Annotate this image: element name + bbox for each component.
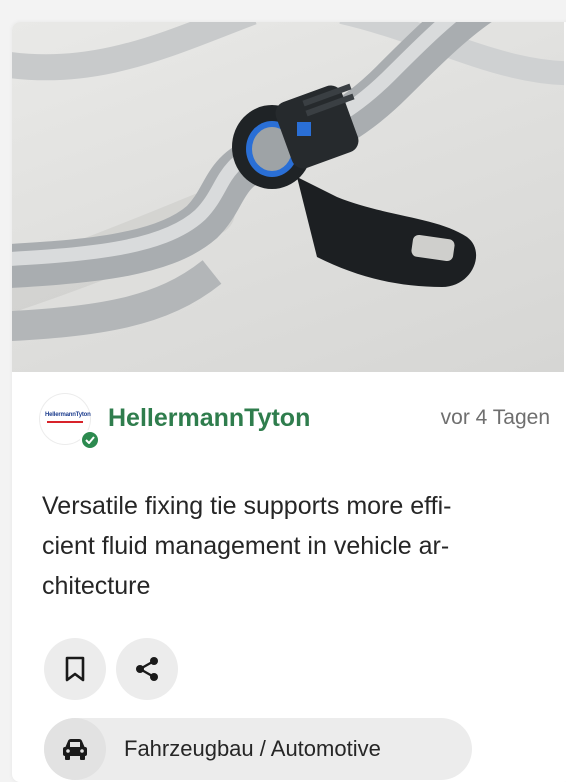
company-name[interactable]: HellermannTyton	[108, 404, 310, 433]
news-card[interactable]: HellermannTyton HellermannTyton vor 4 Ta…	[12, 22, 566, 782]
article-title-line: chitecture	[42, 572, 151, 600]
category-chip[interactable]: Fahrzeugbau / Automotive	[44, 718, 472, 780]
category-label: Fahrzeugbau / Automotive	[124, 736, 381, 761]
car-icon	[63, 739, 87, 760]
company-logo: HellermannTyton	[45, 412, 91, 418]
article-meta: HellermannTyton HellermannTyton vor 4 Ta…	[40, 394, 550, 450]
share-button[interactable]	[116, 638, 178, 700]
logo-accent	[47, 421, 83, 423]
fixing-tie-photo	[12, 22, 564, 342]
bookmark-icon	[65, 656, 85, 682]
verified-badge-icon	[80, 430, 100, 450]
posted-time: vor 4 Tagen	[440, 406, 550, 429]
article-image[interactable]	[12, 22, 564, 372]
article-title-line: cient fluid management in vehicle ar-	[42, 532, 450, 560]
company-avatar[interactable]: HellermannTyton	[40, 394, 100, 450]
bookmark-button[interactable]	[44, 638, 106, 700]
article-title-line: Versatile fixing tie supports more effi-	[42, 492, 452, 520]
share-icon	[136, 657, 158, 681]
category-icon-wrap	[44, 718, 106, 780]
article-title[interactable]: Versatile fixing tie supports more effi-…	[42, 486, 547, 606]
